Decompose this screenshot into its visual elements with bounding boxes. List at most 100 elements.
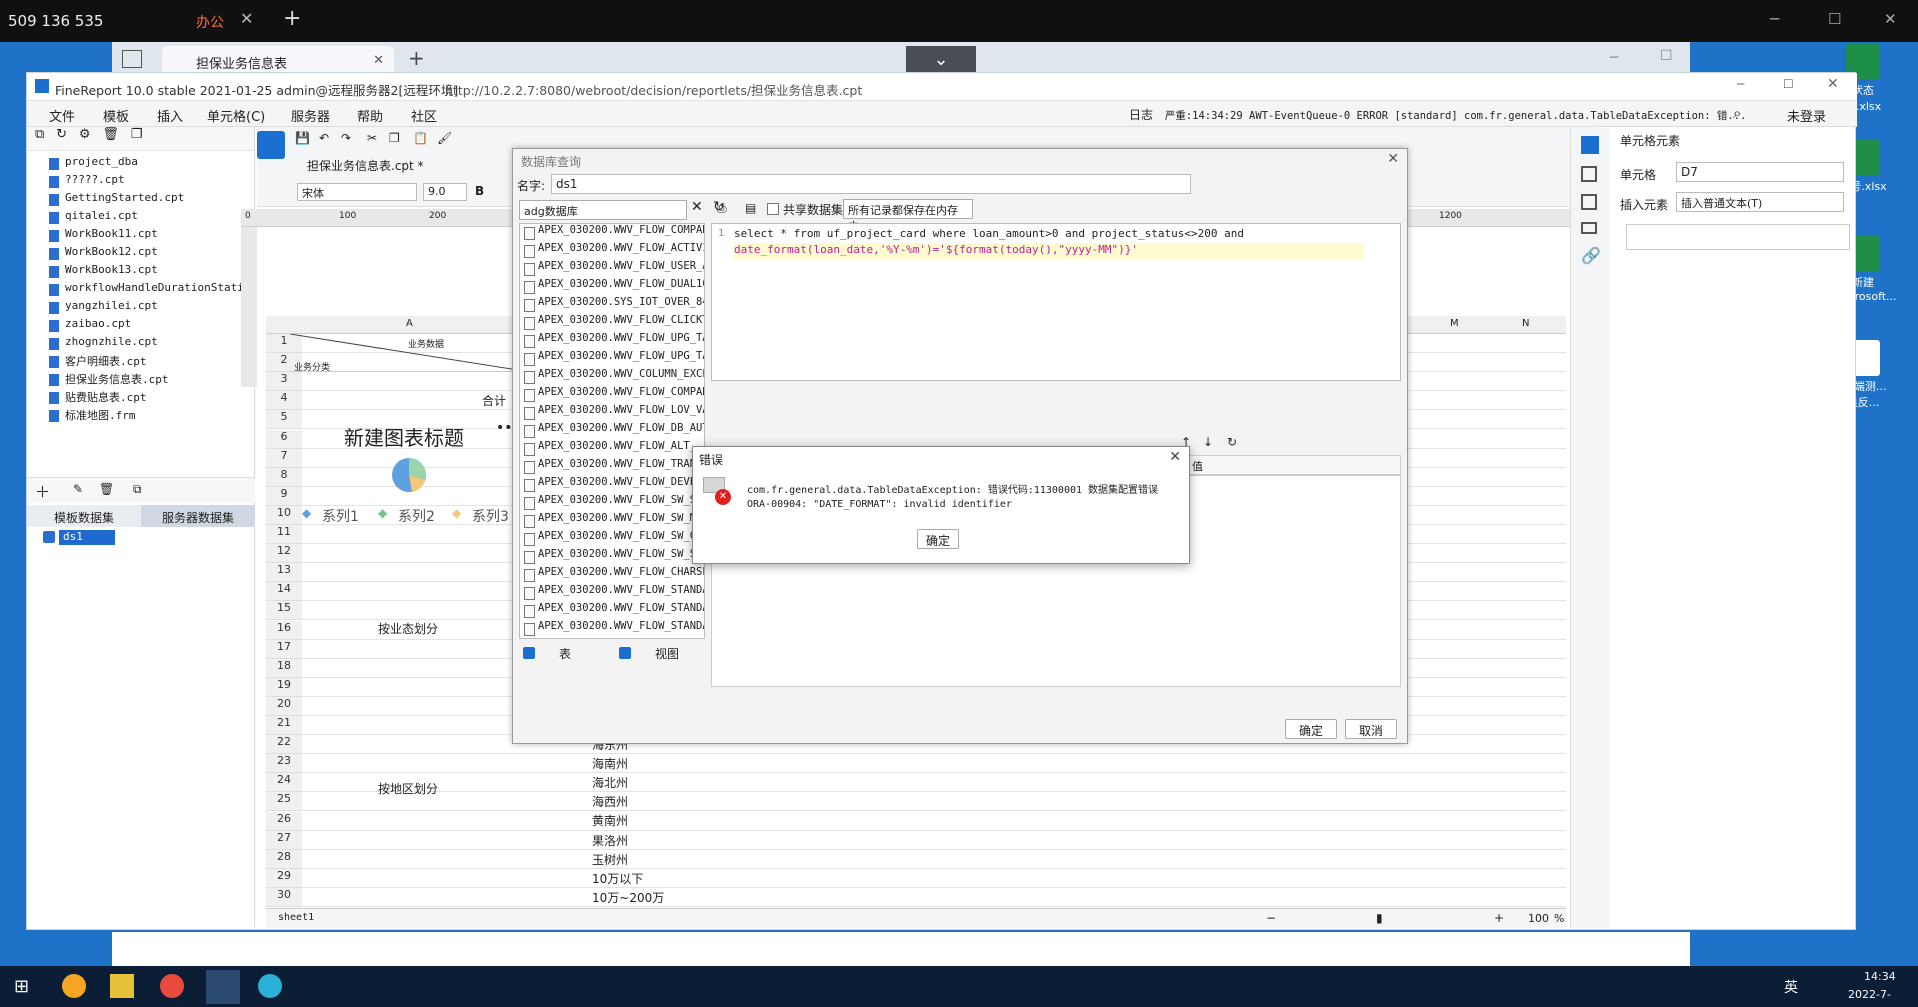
ime-indicator[interactable]: 英: [1784, 977, 1798, 997]
file-item[interactable]: WorkBook13.cpt: [27, 263, 254, 281]
file-item[interactable]: WorkBook11.cpt: [27, 227, 254, 245]
region-cell[interactable]: 海西州: [592, 793, 628, 810]
tab-template-datasets[interactable]: 模板数据集: [27, 505, 141, 527]
database-select[interactable]: adg数据库: [519, 200, 687, 220]
file-item[interactable]: 担保业务信息表.cpt: [27, 371, 254, 389]
minimize-icon[interactable]: ─: [1737, 77, 1744, 91]
file-item[interactable]: zaibao.cpt: [27, 317, 254, 335]
row-header[interactable]: 17: [266, 639, 302, 659]
table-item[interactable]: APEX_030200.WWV_COLUMN_EXCEPTIONS: [520, 368, 704, 386]
error-ok-button[interactable]: 确定: [917, 529, 959, 549]
table-item[interactable]: APEX_030200.WWV_FLOW_ALT_: [520, 440, 704, 458]
file-item[interactable]: 标准地图.frm: [27, 407, 254, 425]
row-header[interactable]: 23: [266, 754, 302, 774]
table-item[interactable]: APEX_030200.WWV_FLOW_COMPANY_SCHE: [520, 386, 704, 404]
table-item[interactable]: APEX_030200.WWV_FLOW_COMPANIES: [520, 224, 704, 242]
font-select[interactable]: 宋体: [297, 183, 417, 201]
storage-select[interactable]: 所有记录都保存在内存中: [843, 199, 973, 233]
table-checkbox[interactable]: [523, 647, 535, 659]
font-size-select[interactable]: 9.0: [423, 183, 467, 201]
region-cell[interactable]: 玉树州: [592, 851, 628, 868]
row-header[interactable]: 10: [266, 505, 302, 525]
bold-icon[interactable]: B: [475, 184, 484, 198]
row-header[interactable]: 13: [266, 563, 302, 583]
delete-icon[interactable]: 🗑: [99, 482, 114, 496]
zoom-in-icon[interactable]: +: [1494, 911, 1504, 925]
search-icon[interactable]: ⌕: [1733, 104, 1741, 122]
table-item[interactable]: APEX_030200.WWV_FLOW_DEVE: [520, 476, 704, 494]
connection-settings-icon[interactable]: ✕: [691, 199, 703, 215]
row-header[interactable]: 19: [266, 677, 302, 697]
sql-editor[interactable]: 1 select * from uf_project_card where lo…: [711, 223, 1401, 381]
table-item[interactable]: APEX_030200.WWV_FLOW_SW_S: [520, 494, 704, 512]
sheet-tab[interactable]: sheet1: [278, 912, 314, 923]
close-icon[interactable]: ✕: [1387, 151, 1399, 167]
row-header[interactable]: 9: [266, 486, 302, 506]
table-item[interactable]: APEX_030200.WWV_FLOW_STANDARD_JS: [520, 620, 704, 638]
designer-mode-icon[interactable]: [257, 131, 285, 159]
table-item[interactable]: APEX_030200.WWV_FLOW_UPG_TAB_OBSO: [520, 332, 704, 350]
table-item[interactable]: APEX_030200.WWV_FLOW_USER_ACCESS_: [520, 260, 704, 278]
format-brush-icon[interactable]: 🖌: [437, 131, 452, 145]
row-header[interactable]: 15: [266, 601, 302, 621]
dataset-item[interactable]: ds1: [59, 530, 115, 545]
copy-icon[interactable]: ❐: [131, 127, 143, 142]
start-icon[interactable]: ⊞: [14, 976, 29, 997]
row-header[interactable]: 8: [266, 467, 302, 487]
login-link[interactable]: 未登录: [1787, 106, 1826, 125]
region-cell[interactable]: 海南州: [592, 755, 628, 772]
ok-button[interactable]: 确定: [1285, 719, 1337, 739]
table-item[interactable]: APEX_030200.WWV_FLOW_SW_S: [520, 548, 704, 566]
menu-cell[interactable]: 单元格(C): [207, 106, 265, 125]
row-header[interactable]: 18: [266, 658, 302, 678]
region-cell[interactable]: 10万以下: [592, 870, 643, 887]
region-cell[interactable]: 10万~200万: [592, 889, 664, 906]
table-item[interactable]: APEX_030200.WWV_FLOW_TRAN: [520, 458, 704, 476]
minimize-icon[interactable]: ─: [1770, 10, 1779, 28]
edge-icon[interactable]: [258, 974, 282, 998]
dataset-name-input[interactable]: ds1: [551, 174, 1191, 194]
app-icon[interactable]: [110, 974, 134, 998]
finereport-taskbar-icon[interactable]: [206, 970, 240, 1004]
header-diagonal-cell[interactable]: 业务数据 业务分类: [289, 333, 531, 373]
maximize-icon[interactable]: ☐: [1660, 48, 1673, 64]
row-header[interactable]: 16: [266, 620, 302, 640]
table-item[interactable]: APEX_030200.WWV_FLOW_ACTIVITY_LOG: [520, 242, 704, 260]
param-icon[interactable]: ▤: [745, 201, 756, 215]
table-item[interactable]: APEX_030200.WWV_FLOW_UPG_TAB_NAME: [520, 350, 704, 368]
menu-community[interactable]: 社区: [411, 106, 437, 125]
insert-type-select[interactable]: 插入普通文本(T): [1676, 192, 1844, 212]
share-checkbox[interactable]: [767, 203, 779, 215]
zoom-slider-handle[interactable]: ▮: [1376, 911, 1383, 925]
link-icon[interactable]: 🔗: [1581, 246, 1601, 265]
table-item[interactable]: APEX_030200.WWV_FLOW_SW_M: [520, 512, 704, 530]
refresh-icon[interactable]: ↻: [1227, 435, 1237, 449]
log-bar[interactable]: 日志 严重:14:34:29 AWT-EventQueue-0 ERROR [s…: [1129, 106, 1746, 123]
row-header[interactable]: 25: [266, 792, 302, 812]
delete-icon[interactable]: 🗑: [102, 127, 119, 142]
app-icon[interactable]: [62, 974, 86, 998]
float-element-icon[interactable]: [1581, 194, 1597, 210]
copy-icon[interactable]: ❐: [389, 131, 400, 145]
undo-icon[interactable]: ↶: [319, 131, 329, 145]
minimize-icon[interactable]: ─: [1610, 50, 1618, 66]
row-header[interactable]: 6: [266, 429, 302, 449]
refresh-icon[interactable]: ↻: [56, 127, 67, 142]
file-item[interactable]: qitalei.cpt: [27, 209, 254, 227]
row-header[interactable]: 5: [266, 410, 302, 430]
file-item[interactable]: yangzhilei.cpt: [27, 299, 254, 317]
file-item[interactable]: project_dba: [27, 155, 254, 173]
zoom-level[interactable]: 100: [1528, 912, 1549, 925]
view-checkbox[interactable]: [619, 647, 631, 659]
tab-actions-icon[interactable]: [122, 50, 142, 68]
clock-time[interactable]: 14:34: [1864, 970, 1896, 983]
maximize-icon[interactable]: ☐: [1783, 77, 1794, 91]
menu-help[interactable]: 帮助: [357, 106, 383, 125]
cell-content-input[interactable]: [1626, 224, 1850, 250]
row-header[interactable]: 12: [266, 544, 302, 564]
redo-icon[interactable]: ↷: [341, 131, 351, 145]
table-item[interactable]: APEX_030200.WWV_FLOW_DB_AUTH: [520, 422, 704, 440]
close-icon[interactable]: ✕: [1169, 449, 1181, 465]
row-header[interactable]: 21: [266, 716, 302, 735]
row-header[interactable]: 29: [266, 868, 302, 888]
